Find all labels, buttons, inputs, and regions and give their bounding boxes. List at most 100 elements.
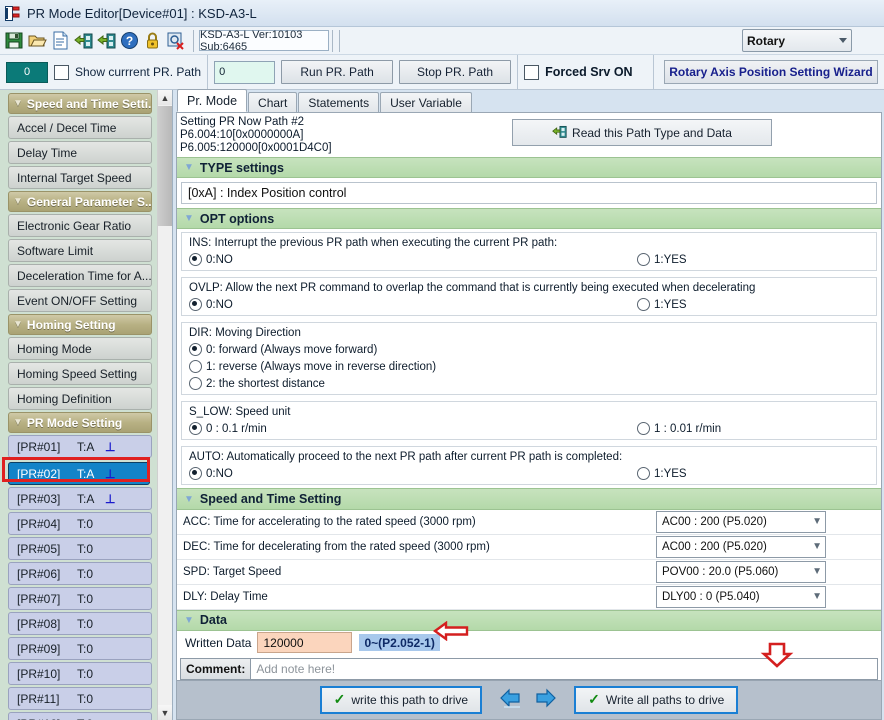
tab-user-variable[interactable]: User Variable [380, 92, 472, 112]
sidebar-group-speed-and-time[interactable]: ▼ Speed and Time Setti... [8, 93, 152, 114]
pr-id: [PR#09] [9, 642, 77, 656]
list-item[interactable]: [PR#09] T:0 [8, 637, 152, 660]
opt-group-ins: INS: Interrupt the previous PR path when… [181, 232, 877, 271]
chevron-down-icon: ▼ [812, 516, 822, 527]
chevron-down-icon: ▼ [13, 417, 23, 428]
sidebar-item-electronic-gear-ratio[interactable]: Electronic Gear Ratio [8, 214, 152, 237]
tab-bar: Pr. Mode Chart Statements User Variable [173, 90, 884, 112]
read-from-drive-icon[interactable] [74, 31, 93, 50]
write-all-paths-button[interactable]: ✓ Write all paths to drive [574, 686, 738, 714]
sidebar-scrollbar[interactable]: ▲ ▼ [157, 90, 172, 720]
chevron-down-icon: ▼ [812, 566, 822, 577]
radio-ins-yes[interactable] [637, 253, 650, 266]
save-icon[interactable] [5, 31, 24, 50]
list-item[interactable]: [PR#07] T:0 [8, 587, 152, 610]
sidebar-item-event-on-off-setting[interactable]: Event ON/OFF Setting [8, 289, 152, 312]
read-path-button-label: Read this Path Type and Data [572, 126, 732, 140]
sidebar-item-homing-speed-setting[interactable]: Homing Speed Setting [8, 362, 152, 385]
tab-chart[interactable]: Chart [248, 92, 297, 112]
radio-dir-forward[interactable] [189, 343, 202, 356]
sidebar-item-deceleration-time[interactable]: Deceleration Time for A... [8, 264, 152, 287]
radio-slow-01[interactable] [189, 422, 202, 435]
list-item[interactable]: [PR#05] T:0 [8, 537, 152, 560]
section-header-opt-options[interactable]: ▼ OPT options [177, 208, 881, 229]
comment-label: Comment: [180, 658, 251, 680]
opt-question: AUTO: Automatically proceed to the next … [182, 450, 876, 465]
radio-ins-no[interactable] [189, 253, 202, 266]
acc-select[interactable]: AC00 : 200 (P5.020) ▼ [656, 511, 826, 533]
table-row: ACC: Time for accelerating to the rated … [177, 510, 881, 535]
sidebar-item-internal-target-speed[interactable]: Internal Target Speed [8, 166, 152, 189]
type-settings-value[interactable]: [0xA] : Index Position control [181, 182, 877, 204]
tab-pr-mode[interactable]: Pr. Mode [177, 89, 247, 112]
list-item[interactable]: [PR#10] T:0 [8, 662, 152, 685]
section-header-speed-and-time[interactable]: ▼ Speed and Time Setting [177, 488, 881, 509]
sidebar-item-delay-time[interactable]: Delay Time [8, 141, 152, 164]
opt-row: 0:NO 1:YES [182, 296, 876, 313]
sidebar-item-accel-decel-time[interactable]: Accel / Decel Time [8, 116, 152, 139]
radio-dir-shortest[interactable] [189, 377, 202, 390]
pr-type: T:0 [77, 542, 105, 556]
arrow-right-icon[interactable] [532, 687, 558, 712]
radio-ovlp-no[interactable] [189, 298, 202, 311]
sidebar-group-label: Homing Setting [27, 318, 116, 332]
pr-editor-icon [5, 6, 21, 21]
list-item[interactable]: [PR#04] T:0 [8, 512, 152, 535]
path-navigation [498, 687, 558, 712]
list-item[interactable]: [PR#12] T:0 [8, 712, 152, 720]
sidebar-item-software-limit[interactable]: Software Limit [8, 239, 152, 262]
section-title: OPT options [200, 212, 274, 226]
rotary-axis-wizard-button[interactable]: Rotary Axis Position Setting Wizard [664, 60, 878, 84]
radio-dir-reverse[interactable] [189, 360, 202, 373]
forced-srv-on-checkbox[interactable] [524, 65, 539, 80]
title-bar: PR Mode Editor[Device#01] : KSD-A3-L [0, 0, 884, 27]
radio-auto-no[interactable] [189, 467, 202, 480]
spd-select[interactable]: POV00 : 20.0 (P5.060) ▼ [656, 561, 826, 583]
stop-pr-path-button[interactable]: Stop PR. Path [399, 60, 511, 84]
sidebar-group-label: PR Mode Setting [27, 416, 122, 430]
scroll-up-icon[interactable]: ▲ [158, 90, 172, 105]
chevron-down-icon: ▼ [184, 494, 194, 505]
scroll-down-icon[interactable]: ▼ [158, 705, 172, 720]
sidebar-group-pr-mode-setting[interactable]: ▼ PR Mode Setting [8, 412, 152, 433]
open-folder-icon[interactable] [28, 31, 47, 50]
table-row: SPD: Target Speed POV00 : 20.0 (P5.060) … [177, 560, 881, 585]
mode-select[interactable]: Rotary [742, 29, 852, 52]
list-item[interactable]: [PR#01] T:A ⊥ [8, 435, 152, 458]
pr-id: [PR#11] [9, 692, 77, 706]
settings-icon[interactable] [166, 31, 185, 50]
chevron-down-icon: ▼ [13, 196, 23, 207]
sidebar-group-homing-setting[interactable]: ▼ Homing Setting [8, 314, 152, 335]
write-this-path-button[interactable]: ✓ write this path to drive [320, 686, 482, 714]
radio-auto-yes[interactable] [637, 467, 650, 480]
radio-slow-001[interactable] [637, 422, 650, 435]
new-document-icon[interactable] [51, 31, 70, 50]
opt-column-2: 1 : 0.01 r/min [637, 422, 721, 435]
path-number-input[interactable]: 0 [214, 61, 275, 84]
sidebar-group-general-parameter[interactable]: ▼ General Parameter S... [8, 191, 152, 212]
pr-type: T:0 [77, 592, 105, 606]
sidebar-item-homing-mode[interactable]: Homing Mode [8, 337, 152, 360]
lock-icon[interactable] [143, 31, 162, 50]
list-item[interactable]: [PR#11] T:0 [8, 687, 152, 710]
arrow-left-icon[interactable] [498, 687, 524, 712]
sidebar-item-homing-definition[interactable]: Homing Definition [8, 387, 152, 410]
read-path-type-and-data-button[interactable]: Read this Path Type and Data [512, 119, 772, 146]
section-header-type-settings[interactable]: ▼ TYPE settings [177, 157, 881, 178]
list-item[interactable]: [PR#03] T:A ⊥ [8, 487, 152, 510]
list-item[interactable]: [PR#02] T:A ⊥ [8, 462, 150, 485]
dec-select[interactable]: AC00 : 200 (P5.020) ▼ [656, 536, 826, 558]
list-item[interactable]: [PR#06] T:0 [8, 562, 152, 585]
written-data-input[interactable]: 120000 [257, 632, 352, 653]
tab-statements[interactable]: Statements [298, 92, 379, 112]
dly-select[interactable]: DLY00 : 0 (P5.040) ▼ [656, 586, 826, 608]
radio-ovlp-yes[interactable] [637, 298, 650, 311]
write-to-drive-icon[interactable] [97, 31, 116, 50]
scrollbar-thumb[interactable] [158, 106, 172, 226]
opt-column-2: 1:YES [637, 467, 687, 480]
show-current-path-checkbox[interactable] [54, 65, 69, 80]
section-header-data[interactable]: ▼ Data [177, 610, 881, 631]
list-item[interactable]: [PR#08] T:0 [8, 612, 152, 635]
help-icon[interactable]: ? [120, 31, 139, 50]
run-pr-path-button[interactable]: Run PR. Path [281, 60, 393, 84]
